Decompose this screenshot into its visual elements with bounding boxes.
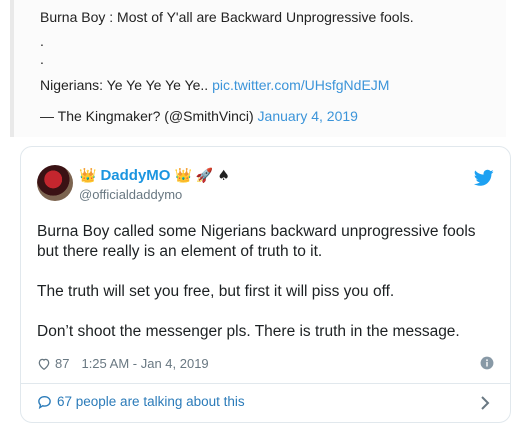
quote-dot: . [40, 33, 44, 49]
date-link[interactable]: January 4, 2019 [258, 108, 358, 124]
embedded-tweet-card[interactable]: 👑 DaddyMO 👑 🚀 ♠ @officialdaddymo Burna B… [20, 146, 511, 423]
quote-text: Burna Boy : Most of Y'all are Backward U… [40, 9, 414, 25]
rocket-emoji: 🚀 [195, 167, 214, 184]
divider [21, 383, 510, 384]
conversation-link[interactable]: 67 people are talking about this [37, 394, 245, 409]
blockquote: Burna Boy : Most of Y'all are Backward U… [10, 0, 506, 137]
attribution-text: — The Kingmaker? (@SmithVinci) [40, 108, 258, 124]
pic-link[interactable]: pic.twitter.com/UHsfgNdEJM [212, 77, 389, 93]
tweet-paragraph: Burna Boy called some Nigerians backward… [37, 223, 476, 260]
crown-emoji: 👑 [174, 167, 192, 184]
tweet-timestamp[interactable]: 1:25 AM - Jan 4, 2019 [81, 356, 208, 371]
spade-emoji: ♠ [217, 167, 230, 184]
twitter-bird-icon[interactable] [474, 169, 494, 187]
info-icon[interactable] [480, 356, 494, 370]
heart-icon[interactable] [37, 357, 51, 371]
quote-dot: . [40, 51, 44, 67]
quote-attribution: — The Kingmaker? (@SmithVinci) January 4… [40, 107, 358, 125]
tweet-paragraph: The truth will set you free, but first i… [37, 283, 395, 300]
avatar[interactable] [37, 165, 73, 201]
tweet-paragraph: Don’t shoot the messenger pls. There is … [37, 323, 460, 340]
display-name[interactable]: DaddyMO [100, 167, 170, 184]
author-name-row[interactable]: 👑 DaddyMO 👑 🚀 ♠ [79, 167, 230, 184]
quote-line: Nigerians: Ye Ye Ye Ye Ye.. pic.twitter.… [40, 76, 389, 94]
chevron-right-icon[interactable] [480, 395, 490, 411]
like-count[interactable]: 87 [55, 356, 69, 371]
tweet-meta: 87 1:25 AM - Jan 4, 2019 [37, 356, 209, 371]
tweet-body: Burna Boy called some Nigerians backward… [37, 222, 497, 342]
crown-emoji: 👑 [79, 167, 97, 184]
comment-bubble-icon [38, 395, 51, 409]
talking-label[interactable]: 67 people are talking about this [57, 394, 245, 409]
quote-text: Nigerians: Ye Ye Ye Ye Ye.. [40, 77, 213, 93]
author-handle[interactable]: @officialdaddymo [79, 187, 182, 202]
